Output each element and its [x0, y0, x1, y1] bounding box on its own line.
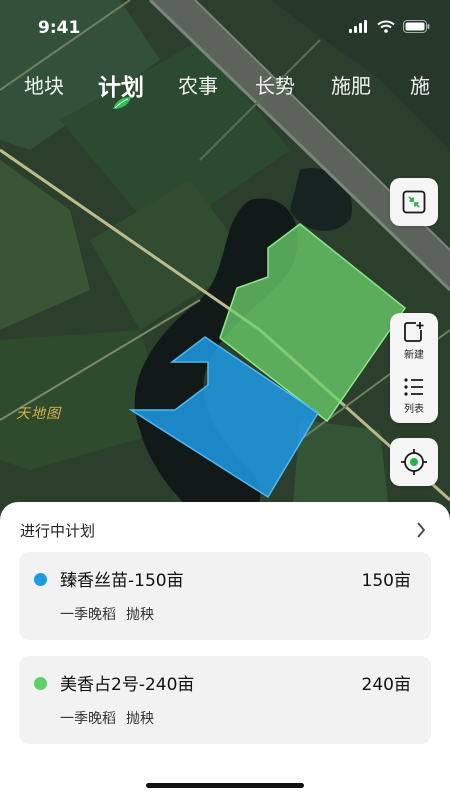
- plan-area: 150亩: [361, 571, 411, 591]
- tab-growth[interactable]: 长势: [255, 70, 295, 99]
- new-plan-button[interactable]: 新建: [390, 313, 438, 368]
- plan-method: 抛秧: [126, 711, 154, 727]
- new-document-icon: [404, 321, 424, 342]
- tab-land[interactable]: 地块: [24, 70, 64, 99]
- active-tab-leaf-icon: [113, 97, 131, 109]
- chevron-right-icon: [417, 522, 426, 538]
- plan-card[interactable]: 美香占2号-240亩 240亩 一季晚稻 抛秧: [19, 656, 431, 744]
- plan-name: 美香占2号-240亩: [60, 675, 195, 695]
- plans-sheet: 进行中计划 臻香丝苗-150亩 150亩 一季晚稻 抛秧 美香占2号-240亩 2…: [0, 502, 450, 800]
- plans-header[interactable]: 进行中计划: [20, 520, 430, 544]
- plan-area: 240亩: [361, 675, 411, 695]
- plan-season: 一季晚稻: [60, 607, 116, 623]
- plan-season: 一季晚稻: [60, 711, 116, 727]
- collapse-icon: [402, 190, 426, 214]
- list-label: 列表: [404, 403, 424, 415]
- plans-title: 进行中计划: [20, 522, 96, 540]
- tab-farming[interactable]: 农事: [178, 70, 218, 99]
- plan-card[interactable]: 臻香丝苗-150亩 150亩 一季晚稻 抛秧: [19, 552, 431, 640]
- status-bar: 9:41: [0, 0, 450, 56]
- collapse-map-button[interactable]: [390, 178, 438, 226]
- locate-icon: [401, 449, 427, 475]
- plan-method: 抛秧: [126, 607, 154, 623]
- home-indicator: [146, 783, 304, 788]
- status-time: 9:41: [38, 18, 81, 38]
- tab-more[interactable]: 施: [410, 70, 430, 99]
- list-button[interactable]: 列表: [390, 368, 438, 423]
- battery-icon: [403, 20, 430, 33]
- signal-icon: [349, 20, 367, 33]
- map-action-group: 新建 列表: [390, 313, 438, 423]
- plan-tags: 一季晚稻 抛秧: [60, 708, 154, 728]
- locate-button[interactable]: [390, 438, 438, 486]
- tab-fertilize[interactable]: 施肥: [331, 70, 371, 99]
- plan-tags: 一季晚稻 抛秧: [60, 604, 154, 624]
- plan-color-dot: [34, 573, 47, 586]
- wifi-icon: [377, 20, 395, 33]
- list-icon: [404, 377, 423, 396]
- plan-color-dot: [34, 677, 47, 690]
- category-tabs: 地块 计划 农事 长势 施肥 施: [0, 66, 450, 116]
- status-icons: [349, 20, 430, 33]
- map-watermark: 天地图: [16, 406, 61, 422]
- new-plan-label: 新建: [404, 349, 424, 361]
- plan-name: 臻香丝苗-150亩: [60, 571, 184, 591]
